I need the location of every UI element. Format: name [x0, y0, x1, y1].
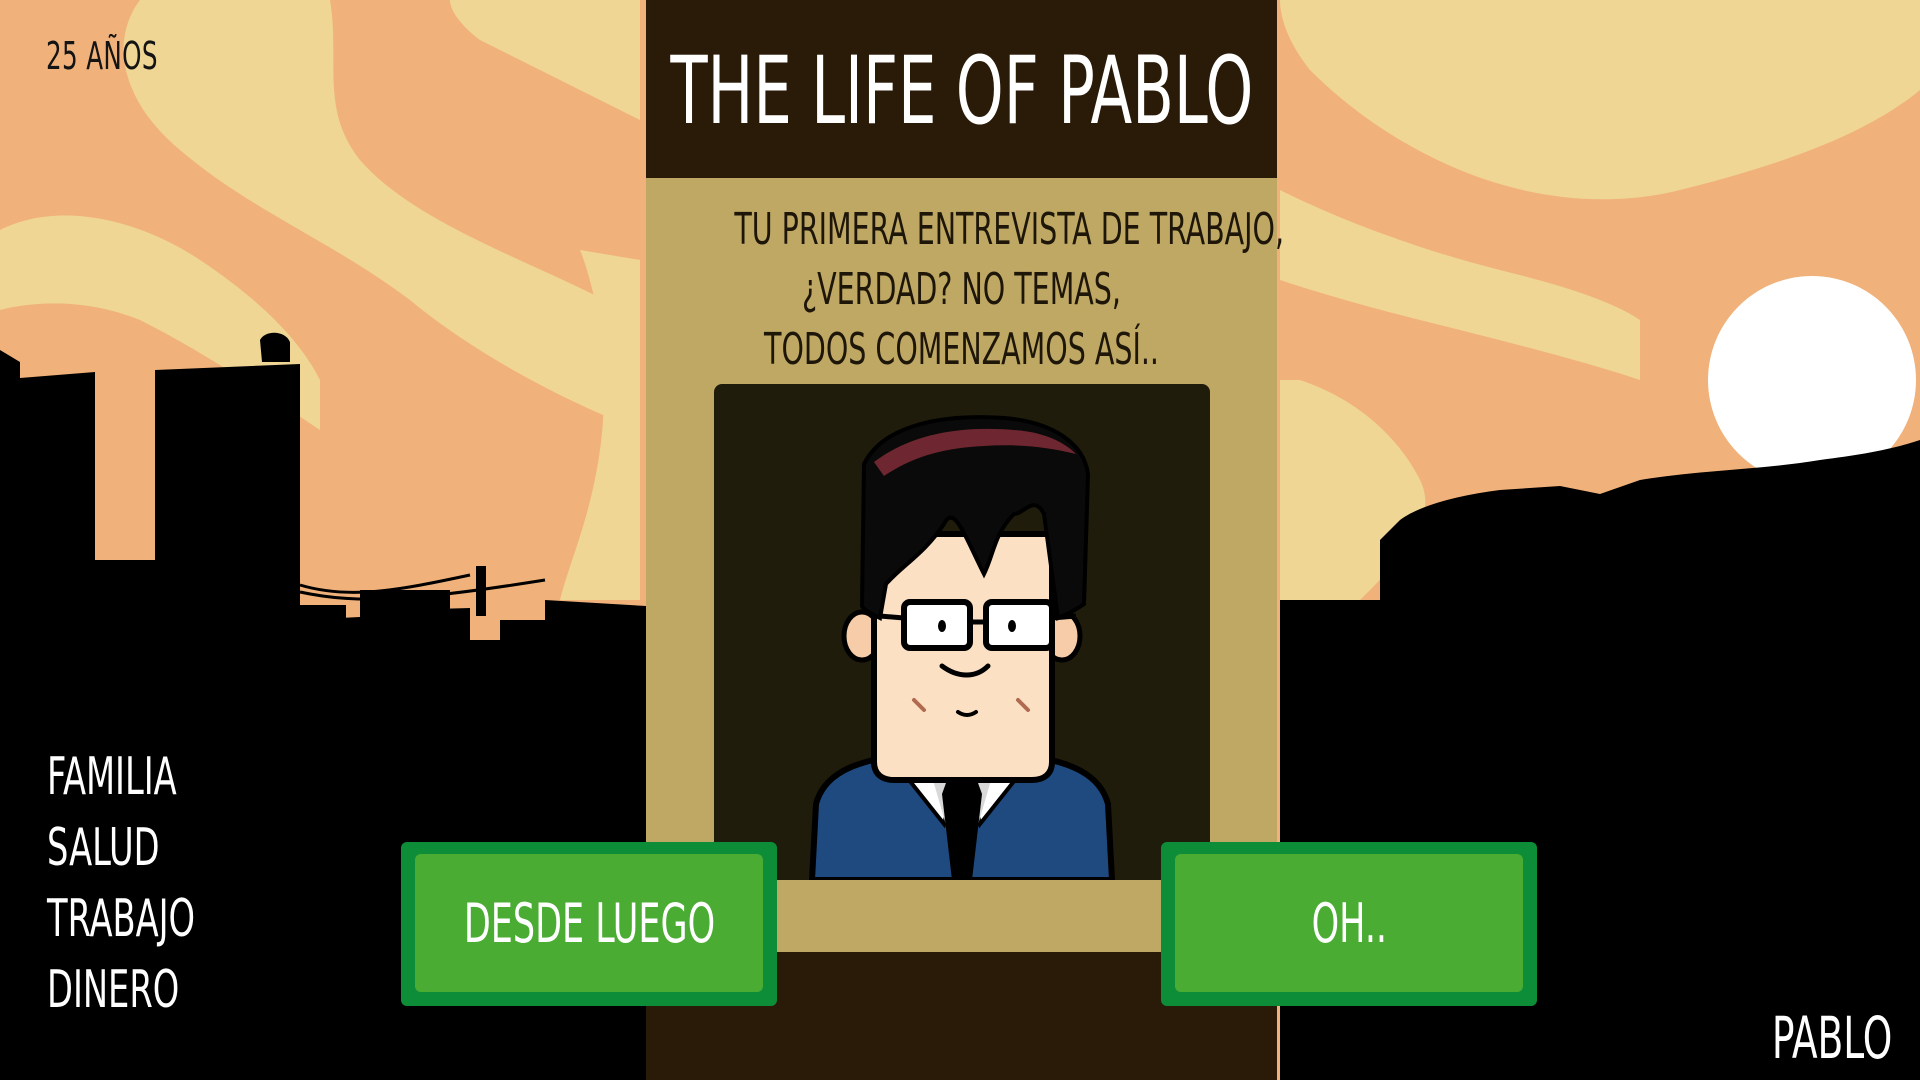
dialog-text: TU PRIMERA ENTREVISTA DE TRABAJO, ¿VERDA… — [646, 200, 1285, 380]
card-header: THE LIFE OF PABLO — [646, 0, 1277, 178]
player-name: PABLO — [1771, 1004, 1892, 1072]
stat-work: TRABAJO — [47, 889, 196, 949]
dialog-line: TU PRIMERA ENTREVISTA DE TRABAJO, — [734, 204, 1285, 255]
character-portrait — [714, 384, 1210, 880]
choice-desde-luego-button[interactable]: DESDE LUEGO — [401, 842, 777, 1006]
choice-inner: OH.. — [1175, 854, 1523, 992]
stat-money: DINERO — [47, 960, 180, 1020]
stat-health: SALUD — [47, 818, 160, 878]
interviewer-portrait-icon — [808, 415, 1116, 880]
age-label: 25 AÑOS — [46, 34, 158, 78]
choice-label: OH.. — [1311, 891, 1387, 955]
choice-label: DESDE LUEGO — [463, 891, 715, 955]
stat-family: FAMILIA — [47, 747, 177, 807]
choice-oh-button[interactable]: OH.. — [1161, 842, 1537, 1006]
game-title: THE LIFE OF PABLO — [670, 36, 1253, 146]
dialog-line: TODOS COMENZAMOS ASÍ.. — [764, 324, 1159, 375]
choice-inner: DESDE LUEGO — [415, 854, 763, 992]
dialog-line: ¿VERDAD? NO TEMAS, — [802, 264, 1121, 315]
stats-list: FAMILIA SALUD TRABAJO DINERO — [47, 742, 253, 1026]
